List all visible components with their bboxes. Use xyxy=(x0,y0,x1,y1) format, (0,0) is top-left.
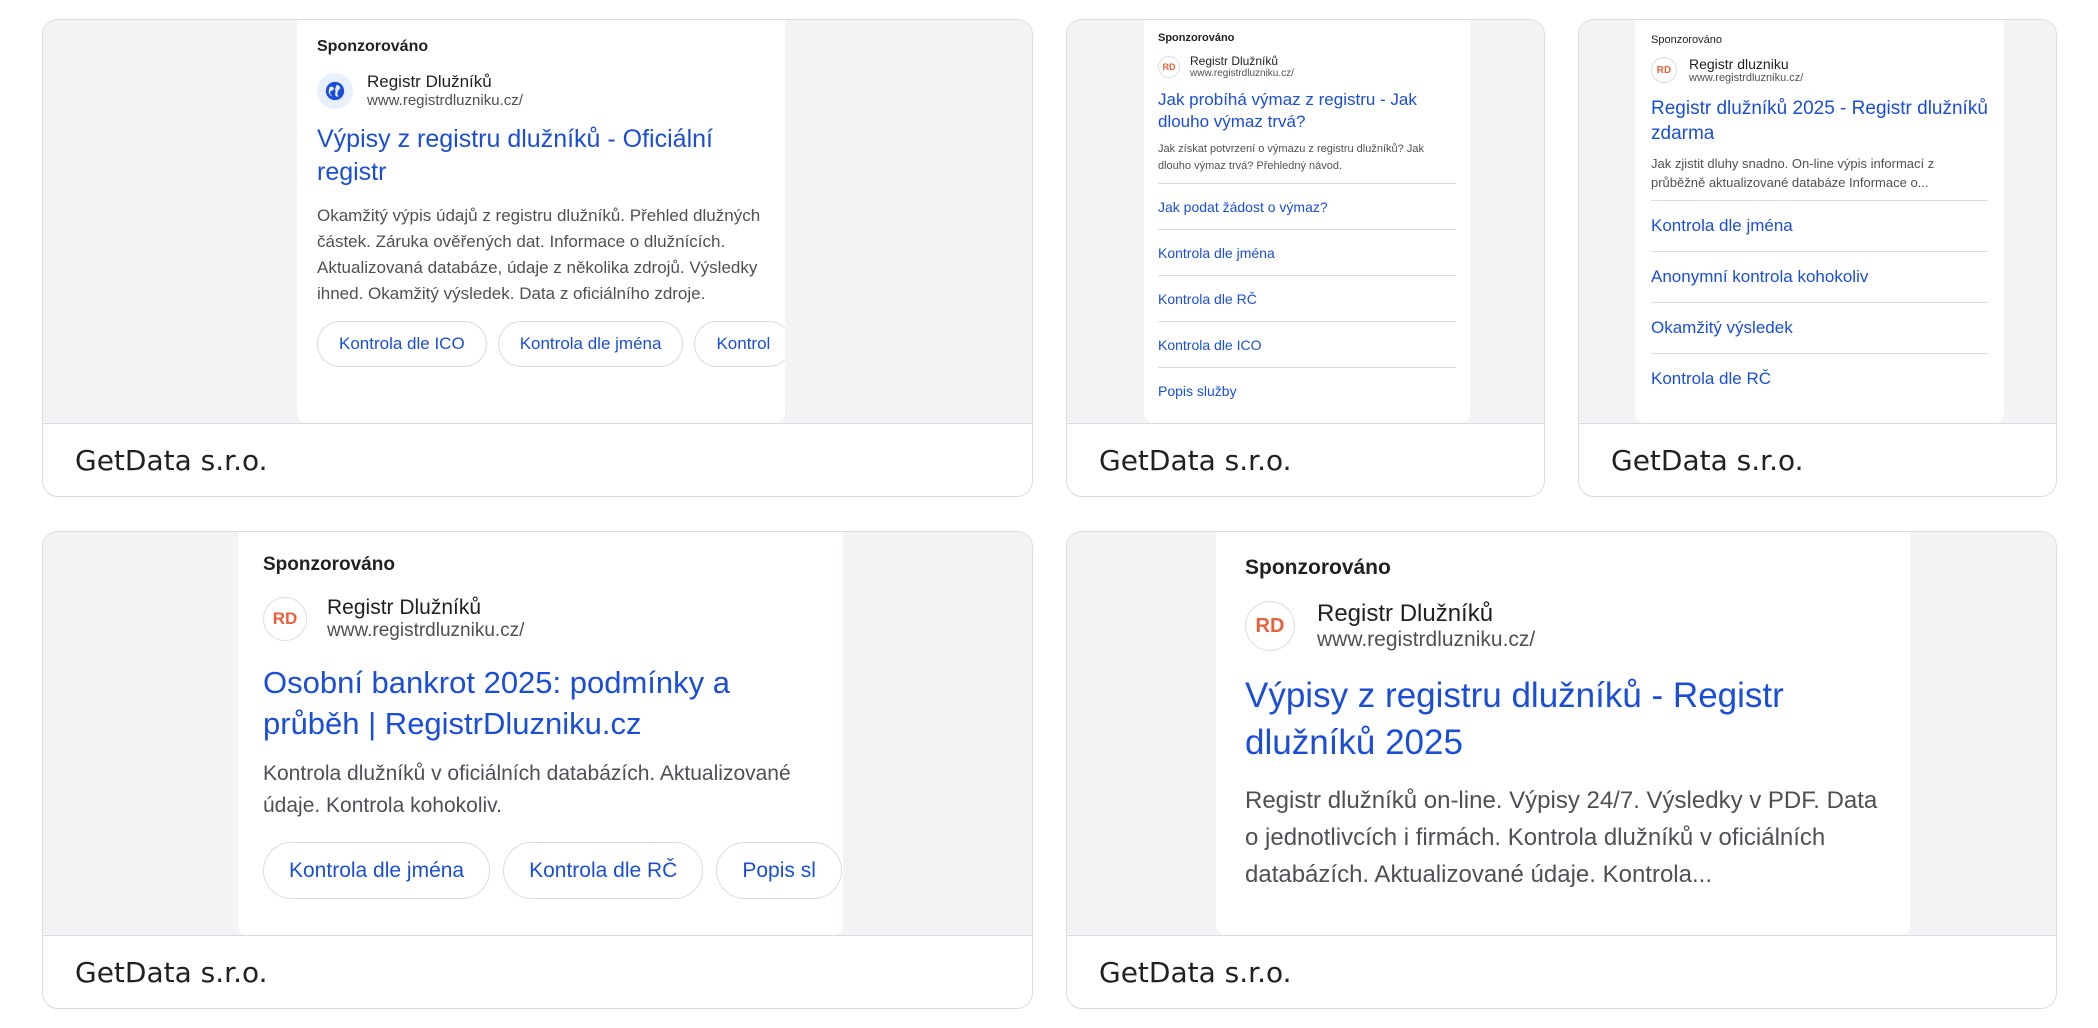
rd-logo-icon: RD xyxy=(1245,601,1295,651)
ad-snippet[interactable]: Sponzorováno RD Registr Dlužníků www.reg… xyxy=(1216,532,1910,935)
brand-url: www.registrdluzniku.cz/ xyxy=(327,620,525,641)
sitelink-item[interactable]: Kontrola dle ICO xyxy=(1158,321,1456,367)
brand-row[interactable]: RD Registr dluzniku www.registrdluzniku.… xyxy=(1651,56,1988,84)
brand-url: www.registrdluzniku.cz/ xyxy=(1317,628,1536,651)
sitelink-item[interactable]: Kontrola dle RČ xyxy=(1158,275,1456,321)
ad-card-3[interactable]: Sponzorováno RD Registr dluzniku www.reg… xyxy=(1578,19,2057,497)
brand-name: Registr Dlužníků xyxy=(327,596,482,619)
chip-kontrola-rc[interactable]: Kontrola dle RČ xyxy=(503,842,704,899)
brand-row[interactable]: RD Registr Dlužníků www.registrdluzniku.… xyxy=(263,596,818,642)
ad-headline[interactable]: Jak probíhá výmaz z registru - Jak dlouh… xyxy=(1158,89,1456,133)
sponsored-label: Sponzorováno xyxy=(317,38,429,55)
brand-name: Registr dluzniku xyxy=(1689,56,1789,72)
ad-preview: Sponzorováno Registr Dlužníků www.regist… xyxy=(43,20,1032,424)
ad-footer: GetData s.r.o. xyxy=(1579,424,2056,496)
brand-row[interactable]: Registr Dlužníků www.registrdluzniku.cz/ xyxy=(317,72,765,109)
ad-card-5[interactable]: Sponzorováno RD Registr Dlužníků www.reg… xyxy=(1066,531,2057,1009)
ad-description: Jak získat potvrzení o výmazu z registru… xyxy=(1158,143,1424,172)
brand-url: www.registrdluzniku.cz/ xyxy=(1689,72,1804,84)
brand-name: Registr Dlužníků xyxy=(367,72,492,91)
rd-logo-icon: RD xyxy=(1651,57,1677,83)
ad-footer: GetData s.r.o. xyxy=(43,424,1032,496)
sitelinks: Jak podat žádost o výmaz? Kontrola dle j… xyxy=(1158,183,1456,413)
ad-description: Jak zjistit dluhy snadno. On-line výpis … xyxy=(1651,156,1935,190)
chip-row: Kontrola dle jména Kontrola dle RČ Popis… xyxy=(263,842,842,899)
sitelinks: Kontrola dle jména Anonymní kontrola koh… xyxy=(1651,200,1988,404)
advertiser-name: GetData s.r.o. xyxy=(1099,955,1292,989)
ad-footer: GetData s.r.o. xyxy=(43,936,1032,1008)
ad-snippet[interactable]: Sponzorováno RD Registr Dlužníků www.reg… xyxy=(238,532,843,935)
rd-logo-icon: RD xyxy=(263,597,307,641)
brand-url: www.registrdluzniku.cz/ xyxy=(367,92,523,109)
chip-row: Kontrola dle ICO Kontrola dle jména Kont… xyxy=(317,321,785,367)
chip-popis-truncated[interactable]: Popis sl xyxy=(716,842,842,899)
ad-description: Kontrola dlužníků v oficiálních databází… xyxy=(263,762,791,817)
sitelink-item[interactable]: Okamžitý výsledek xyxy=(1651,302,1988,353)
sitelink-item[interactable]: Kontrola dle RČ xyxy=(1651,353,1988,404)
chip-kontrola-ico[interactable]: Kontrola dle ICO xyxy=(317,321,487,367)
ad-headline[interactable]: Výpisy z registru dlužníků - Oficiální r… xyxy=(317,123,765,189)
ad-headline[interactable]: Registr dlužníků 2025 - Registr dlužníků… xyxy=(1651,96,1988,146)
ad-card-2[interactable]: Sponzorováno RD Registr Dlužníků www.reg… xyxy=(1066,19,1545,497)
sitelink-item[interactable]: Popis služby xyxy=(1158,367,1456,413)
ad-headline[interactable]: Výpisy z registru dlužníků - Registr dlu… xyxy=(1245,672,1881,766)
ad-preview: Sponzorováno RD Registr dluzniku www.reg… xyxy=(1579,20,2056,424)
chip-kontrola-jmena[interactable]: Kontrola dle jména xyxy=(497,321,684,367)
brand-name: Registr Dlužníků xyxy=(1190,54,1279,68)
ad-preview: Sponzorováno RD Registr Dlužníků www.reg… xyxy=(1067,532,2056,936)
ad-snippet[interactable]: Sponzorováno Registr Dlužníků www.regist… xyxy=(297,20,785,423)
sponsored-label: Sponzorováno xyxy=(263,554,395,575)
sitelink-item[interactable]: Anonymní kontrola kohokoliv xyxy=(1651,251,1988,302)
ad-description: Registr dlužníků on-line. Výpisy 24/7. V… xyxy=(1245,787,1878,888)
sponsored-label: Sponzorováno xyxy=(1158,32,1235,44)
brand-name: Registr Dlužníků xyxy=(1317,600,1494,627)
sitelink-item[interactable]: Jak podat žádost o výmaz? xyxy=(1158,183,1456,229)
ad-headline[interactable]: Osobní bankrot 2025: podmínky a průběh |… xyxy=(263,662,818,744)
globe-icon xyxy=(317,72,353,109)
chip-kontrola-jmena[interactable]: Kontrola dle jména xyxy=(263,842,491,899)
ad-preview: Sponzorováno RD Registr Dlužníků www.reg… xyxy=(1067,20,1544,424)
advertiser-name: GetData s.r.o. xyxy=(75,955,268,989)
ad-preview: Sponzorováno RD Registr Dlužníků www.reg… xyxy=(43,532,1032,936)
rd-logo-icon: RD xyxy=(1158,55,1180,78)
ad-footer: GetData s.r.o. xyxy=(1067,424,1544,496)
brand-row[interactable]: RD Registr Dlužníků www.registrdluzniku.… xyxy=(1158,54,1456,79)
brand-url: www.registrdluzniku.cz/ xyxy=(1190,68,1294,79)
sitelink-item[interactable]: Kontrola dle jména xyxy=(1158,229,1456,275)
advertiser-name: GetData s.r.o. xyxy=(1611,443,1804,477)
advertiser-name: GetData s.r.o. xyxy=(1099,443,1292,477)
chip-kontrola-truncated[interactable]: Kontrol xyxy=(694,321,785,367)
ad-description: Okamžitý výpis údajů z registru dlužníků… xyxy=(317,206,761,303)
ad-card-1[interactable]: Sponzorováno Registr Dlužníků www.regist… xyxy=(42,19,1033,497)
ad-snippet[interactable]: Sponzorováno RD Registr dluzniku www.reg… xyxy=(1635,20,2004,423)
brand-row[interactable]: RD Registr Dlužníků www.registrdluzniku.… xyxy=(1245,600,1881,652)
advertiser-name: GetData s.r.o. xyxy=(75,443,268,477)
ad-card-4[interactable]: Sponzorováno RD Registr Dlužníků www.reg… xyxy=(42,531,1033,1009)
ad-footer: GetData s.r.o. xyxy=(1067,936,2056,1008)
sponsored-label: Sponzorováno xyxy=(1245,556,1391,579)
sitelink-item[interactable]: Kontrola dle jména xyxy=(1651,200,1988,251)
ad-snippet[interactable]: Sponzorováno RD Registr Dlužníků www.reg… xyxy=(1144,20,1470,423)
sponsored-label: Sponzorováno xyxy=(1651,34,1722,46)
